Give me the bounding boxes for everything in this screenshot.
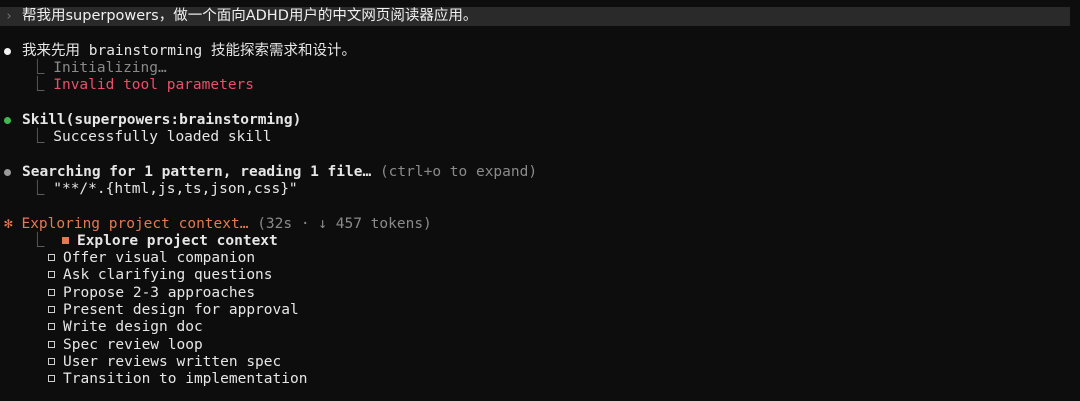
task-label: Offer visual companion bbox=[63, 250, 256, 266]
progress-line: ✻ Exploring project context… (32s · ↓ 45… bbox=[4, 216, 432, 233]
prompt-chevron-icon: › bbox=[5, 9, 13, 24]
task-pending-icon bbox=[48, 306, 55, 313]
expand-hint[interactable]: (ctrl+o to expand) bbox=[380, 164, 537, 180]
tool-title: Skill(superpowers:brainstorming) bbox=[22, 112, 302, 128]
task-item: Present design for approval bbox=[48, 302, 299, 319]
tool-title: Searching for 1 pattern, reading 1 file… bbox=[22, 164, 372, 180]
status-dot-icon bbox=[4, 48, 11, 55]
sub-text: Initializing… bbox=[53, 60, 167, 76]
task-item: User reviews written spec bbox=[48, 354, 281, 371]
tree-elbow-icon: ⎿ bbox=[30, 77, 54, 93]
task-label: Spec review loop bbox=[63, 337, 203, 353]
error-text: Invalid tool parameters bbox=[53, 77, 255, 93]
task-label: Write design doc bbox=[63, 319, 203, 335]
terminal-window: › 帮我用superpowers，做一个面向ADHD用户的中文网页阅读器应用。 … bbox=[0, 0, 1080, 401]
sub-line: ⎿ Initializing… bbox=[30, 60, 167, 77]
task-active-icon bbox=[61, 237, 69, 244]
task-pending-icon bbox=[48, 375, 55, 382]
task-item: Ask clarifying questions bbox=[48, 267, 273, 284]
sub-line: ⎿ Successfully loaded skill bbox=[30, 129, 271, 146]
task-pending-icon bbox=[48, 341, 55, 348]
sub-line: ⎿ "**/*.{html,js,ts,json,css}" bbox=[30, 181, 298, 198]
sub-text: Successfully loaded skill bbox=[53, 129, 272, 145]
progress-meta: (32s · ↓ 457 tokens) bbox=[257, 216, 432, 232]
task-label: Present design for approval bbox=[63, 302, 299, 318]
tree-elbow-icon: ⎿ bbox=[30, 233, 62, 249]
tree-elbow-icon: ⎿ bbox=[30, 129, 54, 145]
neutral-dot-icon bbox=[4, 169, 11, 176]
success-dot-icon bbox=[4, 117, 11, 124]
task-pending-icon bbox=[48, 254, 55, 261]
task-item: Write design doc bbox=[48, 319, 203, 336]
task-label: Propose 2-3 approaches bbox=[63, 285, 256, 301]
progress-title: Exploring project context… bbox=[21, 216, 249, 232]
task-pending-icon bbox=[48, 271, 55, 278]
task-pending-icon bbox=[48, 358, 55, 365]
task-label: Transition to implementation bbox=[63, 371, 308, 387]
tree-elbow-icon: ⎿ bbox=[30, 60, 54, 76]
sub-line: ⎿ Invalid tool parameters bbox=[30, 77, 254, 94]
task-label: Explore project context bbox=[76, 233, 278, 249]
task-pending-icon bbox=[48, 289, 55, 296]
task-item: ⎿ Explore project context bbox=[30, 233, 278, 250]
tool-line: Searching for 1 pattern, reading 1 file…… bbox=[22, 164, 537, 181]
prompt-text: 帮我用superpowers，做一个面向ADHD用户的中文网页阅读器应用。 bbox=[22, 8, 478, 24]
message-text: 我来先用 brainstorming 技能探索需求和设计。 bbox=[22, 43, 356, 59]
task-pending-icon bbox=[48, 323, 55, 330]
task-item: Propose 2-3 approaches bbox=[48, 285, 255, 302]
task-item: Offer visual companion bbox=[48, 250, 255, 267]
sub-text: "**/*.{html,js,ts,json,css}" bbox=[53, 181, 298, 197]
spinner-icon: ✻ bbox=[4, 216, 13, 232]
task-label: Ask clarifying questions bbox=[63, 267, 273, 283]
task-item: Transition to implementation bbox=[48, 371, 307, 388]
task-label: User reviews written spec bbox=[63, 354, 282, 370]
task-item: Spec review loop bbox=[48, 337, 203, 354]
tree-elbow-icon: ⎿ bbox=[30, 181, 54, 197]
